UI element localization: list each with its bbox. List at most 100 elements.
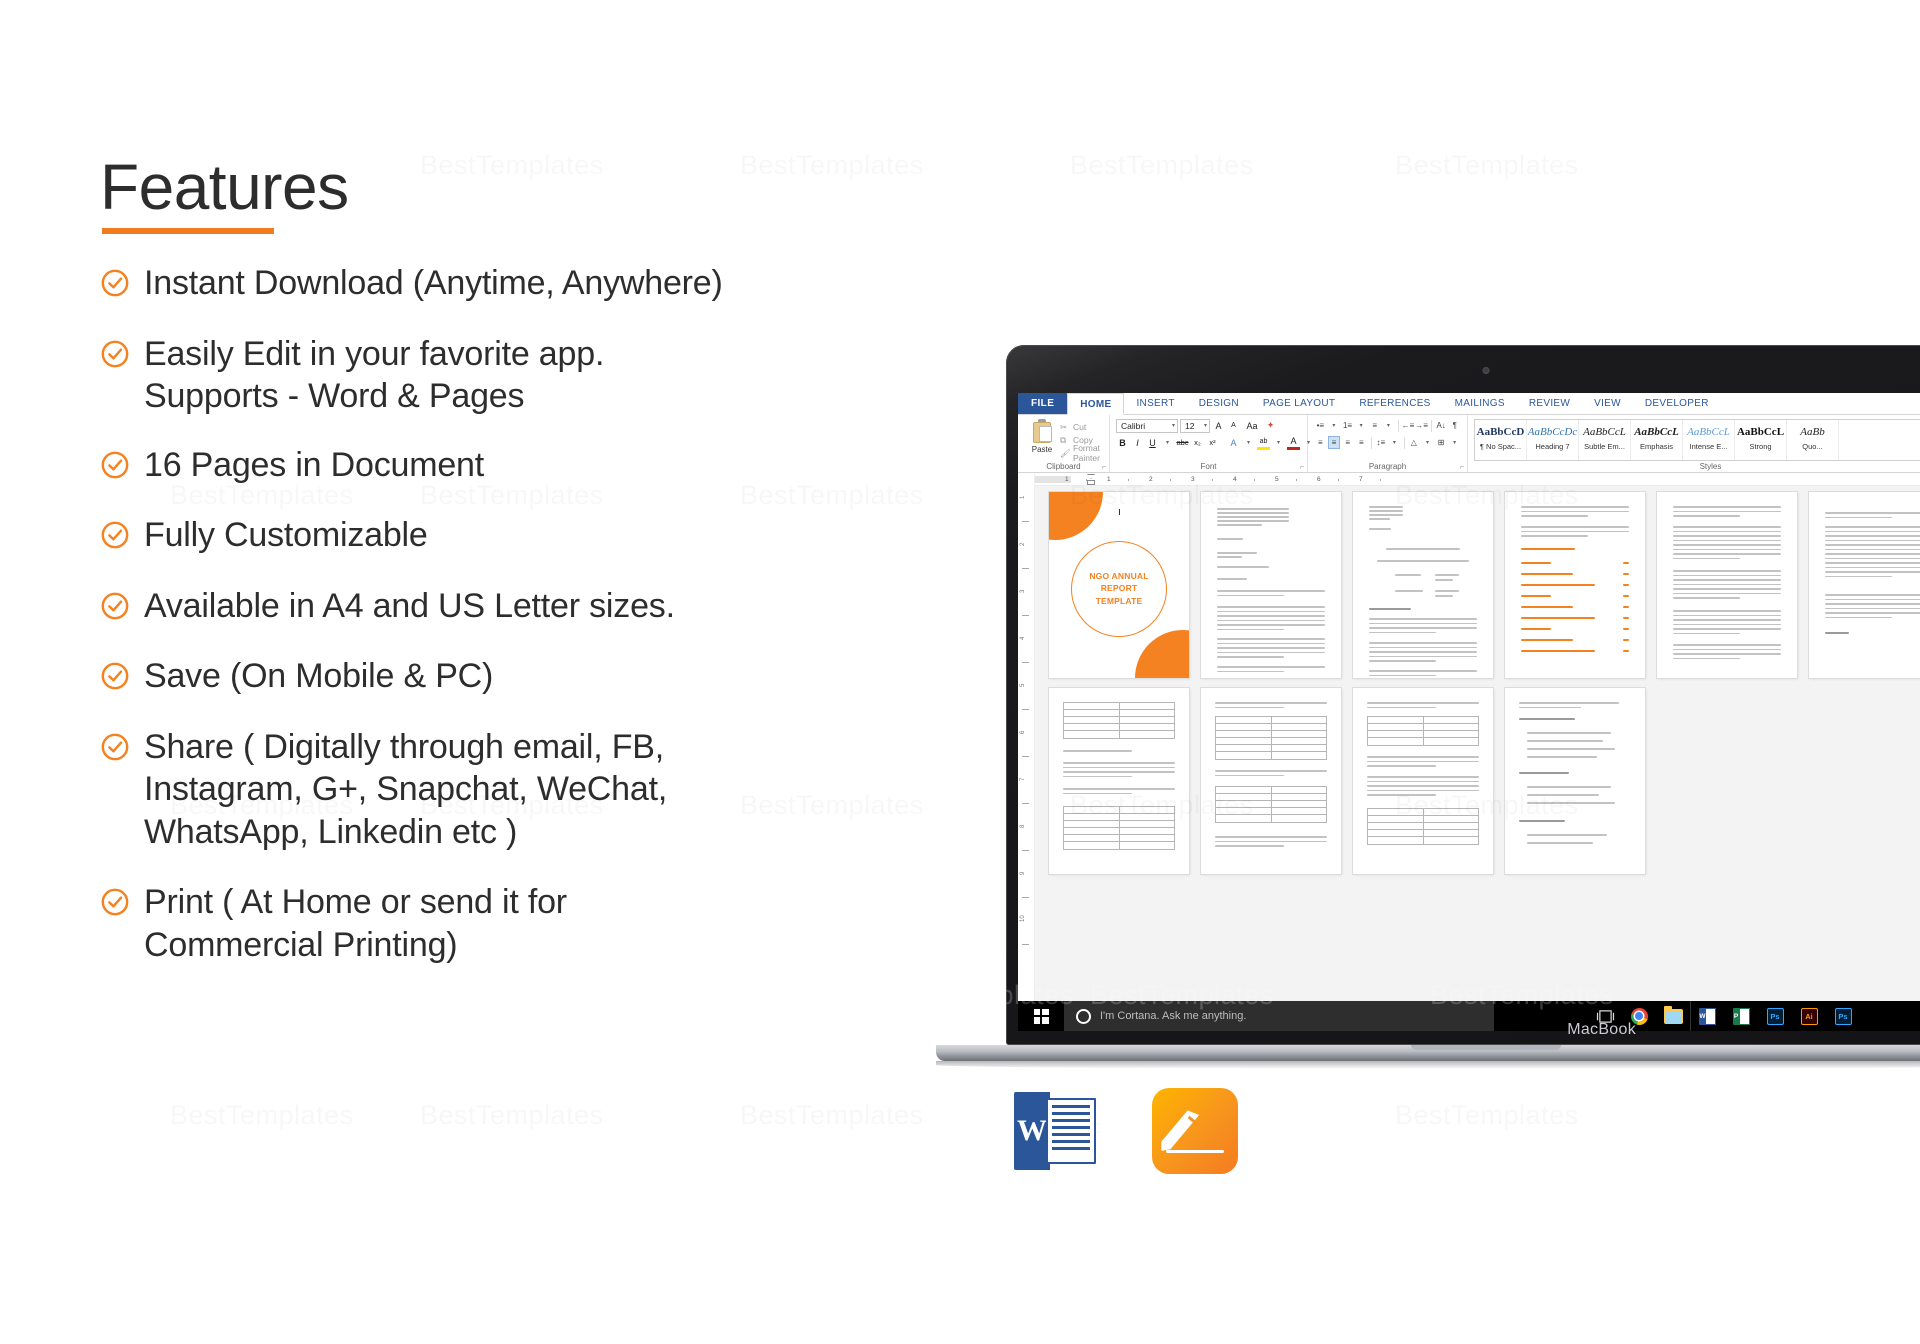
strikethrough-button[interactable]: abc [1176,436,1189,450]
style-card[interactable]: AaBb Quo... [1787,420,1839,460]
sort-button[interactable]: A↓ [1435,419,1448,432]
ribbon-tab-bar[interactable]: FILE HOME INSERT DESIGN PAGE LAYOUT REFERENCE… [1018,393,1920,415]
ribbon-group-paragraph[interactable]: •≡ ▾ 1≡ ▾ ≡ ▾ ←≡ →≡ A↓ ¶ ≡ ≡ ≡ ≡ ↕≡ ▾ △ … [1308,415,1468,472]
font-name-combobox[interactable]: Calibri ▾ [1116,418,1178,433]
vertical-ruler-mark [1022,944,1029,945]
document-page[interactable] [1049,688,1189,874]
style-card[interactable]: AaBbCcL Intense E... [1683,420,1735,460]
text-effects-button[interactable]: A [1227,436,1240,450]
ribbon-tab-references[interactable]: REFERENCES [1347,393,1442,414]
horizontal-ruler[interactable]: 1 1 2 3 4 5 6 7 [1035,473,1920,486]
ribbon-tab-view[interactable]: VIEW [1582,393,1633,414]
ribbon-tab-file[interactable]: FILE [1018,393,1068,414]
ribbon-tab-mailings[interactable]: MAILINGS [1443,393,1517,414]
cut-button[interactable]: ✂ Cut [1060,420,1103,433]
start-button[interactable] [1018,1008,1064,1024]
change-case-button[interactable]: Aa [1242,419,1262,433]
font-size-combobox[interactable]: 12 ▾ [1180,418,1210,433]
document-pages[interactable]: NGO ANNUAL REPORT TEMPLATE [1035,486,1920,1013]
multilevel-list-button[interactable]: ≡ [1368,419,1381,432]
chevron-down-icon[interactable]: ▾ [1242,436,1255,450]
chevron-down-icon[interactable]: ▾ [1272,436,1285,450]
style-card[interactable]: AaBbCcL Subtle Em... [1579,420,1631,460]
document-canvas[interactable]: 1 1 2 3 4 5 6 7 NGO ANNUAL REPORT TEMPLATE [1035,473,1920,1013]
style-card[interactable]: AaBbCcDc Heading 7 [1527,420,1579,460]
ribbon-tab-design[interactable]: DESIGN [1187,393,1251,414]
laptop-base [936,1045,1920,1061]
feature-item: Fully Customizable [100,514,860,557]
style-sample: AaBbCcDc [1527,426,1578,438]
style-card[interactable]: AaBbCcL Strong [1735,420,1787,460]
ribbon-tab-review[interactable]: REVIEW [1517,393,1582,414]
align-left-button[interactable]: ≡ [1314,436,1327,449]
format-painter-button[interactable]: 🖌 Format Painter [1060,443,1103,463]
chevron-down-icon[interactable]: ▾ [1421,436,1434,449]
italic-button[interactable]: I [1131,436,1144,450]
document-page-cover[interactable]: NGO ANNUAL REPORT TEMPLATE [1049,492,1189,678]
highlight-button[interactable]: ab [1257,436,1270,450]
ribbon-group-font[interactable]: Calibri ▾ 12 ▾ A A Aa ✦ B I U ▾ abc x₂ x… [1110,415,1310,472]
shrink-font-button[interactable]: A [1227,419,1240,433]
vertical-ruler-tick: 9 [1020,871,1026,875]
ribbon-tab-insert[interactable]: INSERT [1124,393,1186,414]
borders-button[interactable]: ⊞ [1435,436,1448,449]
document-page[interactable] [1657,492,1797,678]
underline-button[interactable]: U [1146,436,1159,450]
chevron-down-icon[interactable]: ▾ [1382,419,1395,432]
document-page[interactable] [1353,688,1493,874]
numbering-button[interactable]: 1≡ [1341,419,1354,432]
document-page[interactable] [1505,492,1645,678]
line-spacing-button[interactable]: ↕≡ [1374,436,1387,449]
ribbon-tab-home[interactable]: HOME [1067,393,1125,415]
taskbar-photoshop-2-icon[interactable]: Ps [1826,1001,1860,1031]
font-color-button[interactable]: A [1287,436,1300,450]
chevron-down-icon[interactable]: ▾ [1328,419,1341,432]
clear-formatting-icon[interactable]: ✦ [1264,419,1277,433]
horizontal-ruler-tick: 4 [1233,476,1237,483]
align-right-button[interactable]: ≡ [1341,436,1354,449]
ribbon-group-clipboard[interactable]: Paste ✂ Cut ⧉ Copy 🖌 Format Painter Clipboa… [1018,415,1110,472]
grow-font-button[interactable]: A [1212,419,1225,433]
align-center-button[interactable]: ≡ [1327,436,1341,449]
show-formatting-marks-button[interactable]: ¶ [1448,419,1461,432]
chevron-down-icon[interactable]: ▾ [1161,436,1174,450]
document-page[interactable] [1809,492,1920,678]
style-card[interactable]: AaBbCcL Emphasis [1631,420,1683,460]
clipboard-dialog-launcher-icon[interactable]: ⌐ [1102,464,1106,471]
ribbon-group-styles[interactable]: AaBbCcD ¶ No Spac... AaBbCcDc Heading 7 AaBb… [1468,415,1920,472]
paragraph-dialog-launcher-icon[interactable]: ⌐ [1460,464,1464,471]
taskbar-powerpoint-icon[interactable]: P [1724,1001,1758,1031]
document-page[interactable] [1201,492,1341,678]
bold-button[interactable]: B [1116,436,1129,450]
chevron-down-icon[interactable]: ▾ [1388,436,1401,449]
document-page[interactable] [1353,492,1493,678]
ribbon-body[interactable]: Paste ✂ Cut ⧉ Copy 🖌 Format Painter Clipboa… [1018,415,1920,473]
bullets-button[interactable]: •≡ [1314,419,1327,432]
justify-button[interactable]: ≡ [1355,436,1368,449]
taskbar-word-icon[interactable]: W [1690,1001,1724,1031]
styles-gallery[interactable]: AaBbCcD ¶ No Spac... AaBbCcDc Heading 7 AaBb… [1474,419,1920,461]
ribbon-tab-page-layout[interactable]: PAGE LAYOUT [1251,393,1347,414]
vertical-ruler[interactable]: 1 2 3 4 5 6 7 8 9 10 [1018,473,1035,1013]
font-dialog-launcher-icon[interactable]: ⌐ [1300,464,1304,471]
ribbon-tab-developer[interactable]: DEVELOPER [1633,393,1721,414]
vertical-ruler-tick: 6 [1020,730,1026,734]
cortana-search-input[interactable]: I'm Cortana. Ask me anything. [1064,1001,1494,1031]
subscript-button[interactable]: x₂ [1191,436,1204,450]
style-sample: AaBb [1800,426,1825,438]
style-card[interactable]: AaBbCcD ¶ No Spac... [1475,420,1527,460]
document-page[interactable] [1201,688,1341,874]
first-line-indent-marker[interactable] [1087,474,1095,479]
taskbar-illustrator-icon[interactable]: Ai [1792,1001,1826,1031]
shading-button[interactable]: △ [1408,436,1421,449]
windows-taskbar[interactable]: I'm Cortana. Ask me anything. W P Ps Ai … [1018,1001,1920,1031]
left-indent-marker[interactable] [1087,480,1095,485]
chevron-down-icon[interactable]: ▾ [1448,436,1461,449]
superscript-button[interactable]: x² [1206,436,1219,450]
document-page[interactable] [1505,688,1645,874]
taskbar-file-explorer-icon[interactable] [1656,1001,1690,1031]
taskbar-photoshop-icon[interactable]: Ps [1758,1001,1792,1031]
increase-indent-button[interactable]: →≡ [1415,419,1428,432]
chevron-down-icon[interactable]: ▾ [1355,419,1368,432]
decrease-indent-button[interactable]: ←≡ [1402,419,1415,432]
